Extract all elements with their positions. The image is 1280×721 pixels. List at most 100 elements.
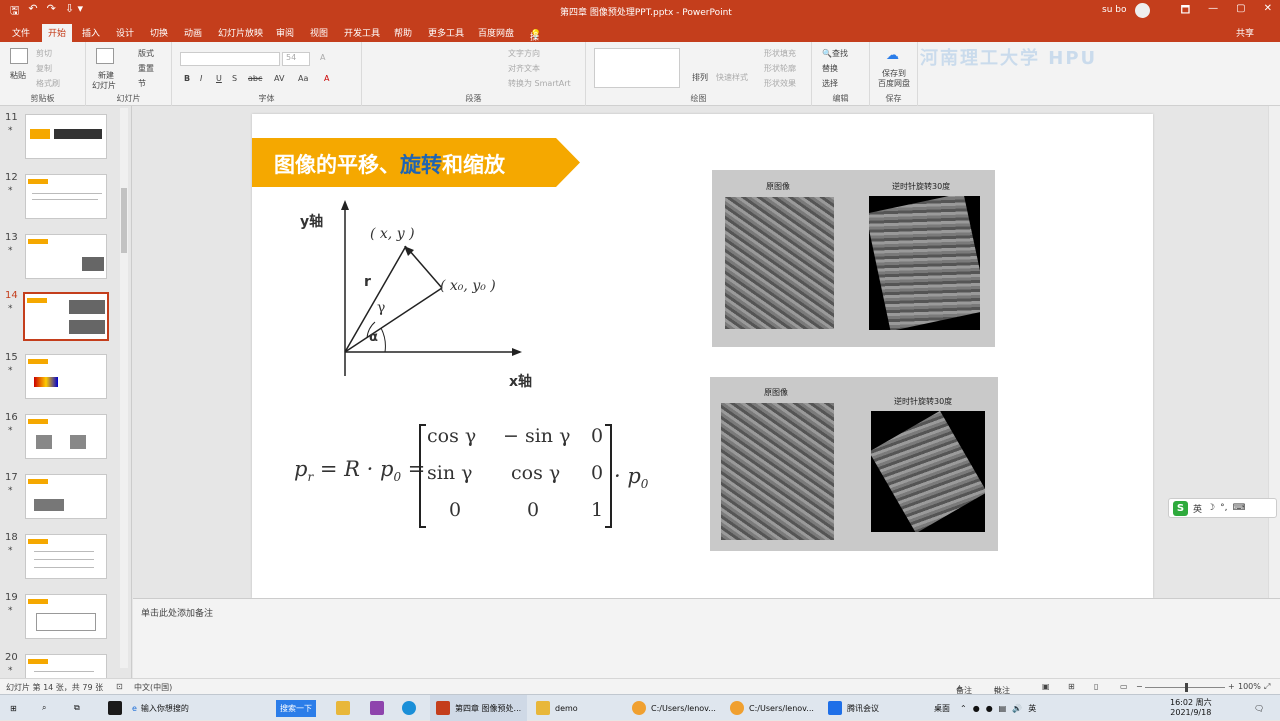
ime-punctuation-icon[interactable]: °, [1220,503,1227,513]
tab-review[interactable]: 审阅 [276,26,294,39]
tab-more-tools[interactable]: 更多工具 [428,26,464,39]
tab-view[interactable]: 视图 [310,26,328,39]
tab-developer[interactable]: 开发工具 [344,26,380,39]
tab-help[interactable]: 帮助 [394,26,412,39]
edge-browser-icon[interactable] [402,695,421,721]
char-spacing-button[interactable]: AV [274,74,284,83]
slide-thumbnail-13[interactable] [25,234,107,279]
save-icon[interactable]: 🖫 [10,2,19,21]
tab-home[interactable]: 开始 [42,24,73,42]
sogou-ime-icon[interactable]: S [1173,500,1188,516]
select-button[interactable]: 选择 [822,78,838,89]
rotation-matrix[interactable]: cos γ − sin γ 0 sin γ cos γ 0 0 0 1 [419,424,612,528]
slide-thumbnail-12[interactable] [25,174,107,219]
tab-design[interactable]: 设计 [116,26,134,39]
slide-thumbnail-11[interactable] [25,114,107,159]
change-case-button[interactable]: Aa [298,74,308,83]
tab-file[interactable]: 文件 [12,26,30,39]
smartart-button[interactable]: 转换为 SmartArt [508,78,571,89]
network-icon[interactable]: ▤ [999,704,1007,713]
share-button[interactable]: 共享 [1236,26,1254,39]
language-indicator[interactable]: 中文(中国) [134,682,172,693]
tab-insert[interactable]: 插入 [82,26,100,39]
slide-thumbnail-17[interactable] [25,474,107,519]
search-button[interactable]: ⌕ [42,695,46,721]
tray-app-icon[interactable]: ● [986,704,993,713]
cut-button[interactable]: 剪切 [36,48,52,59]
search-app-icon[interactable] [108,695,127,721]
thumbnails-scrollbar[interactable] [120,108,128,668]
notes-pane[interactable]: 单击此处添加备注 [133,598,1280,678]
minimize-button[interactable]: — [1208,3,1218,20]
desktop-toolbar[interactable]: 桌面 [934,695,950,721]
tab-slideshow[interactable]: 幻灯片放映 [218,26,263,39]
start-button[interactable]: ⊞ [10,695,17,721]
slide-thumbnail-14[interactable] [23,292,109,341]
section-button[interactable]: 节 [138,78,146,89]
paste-icon[interactable] [10,48,28,64]
shape-fill-button[interactable]: 形状填充 [764,48,796,59]
zoom-out-button[interactable]: − [1136,682,1143,691]
slide-thumbnail-19[interactable] [25,594,107,639]
slide-thumbnail-15[interactable] [25,354,107,399]
tab-animations[interactable]: 动画 [184,26,202,39]
user-name[interactable]: su bo [1102,5,1126,15]
task-tencent-meeting[interactable]: 腾讯会议 [822,695,885,721]
underline-button[interactable]: U [216,74,222,83]
font-color-button[interactable]: A [324,74,329,83]
font-size-box[interactable]: 54 [282,52,310,66]
slide-thumbnail-18[interactable] [25,534,107,579]
task-view-button[interactable]: ⧉ [74,695,80,721]
format-painter-button[interactable]: 格式刷 [36,78,60,89]
zoom-slider-knob[interactable] [1185,683,1188,692]
close-button[interactable]: ✕ [1264,3,1272,20]
tray-up-icon[interactable]: ⌃ [960,704,967,713]
accessibility-icon[interactable]: ⊡ [116,682,123,691]
slide-scrollbar[interactable] [1268,106,1280,598]
task-path-1[interactable]: C:/Users/lenov... [626,695,722,721]
slide-canvas[interactable]: 图像的平移、旋转和缩放 y轴 x轴 ( x, y ) ( x₀, y₀ ) r … [252,114,1153,598]
shape-outline-button[interactable]: 形状轮廓 [764,63,796,74]
tray-app-icon[interactable]: ● [973,704,980,713]
file-manager-icon[interactable] [336,695,355,721]
fit-slide-icon[interactable]: ⤢ [1264,682,1270,692]
paste-button[interactable]: 粘贴 [10,70,26,81]
grow-font-icon[interactable]: A [320,53,325,62]
bold-button[interactable]: B [184,74,190,83]
align-text-button[interactable]: 对齐文本 [508,63,540,74]
notification-icon[interactable]: 🗨 [1254,695,1264,721]
rotation-diagram[interactable] [296,196,536,396]
font-name-box[interactable] [180,52,280,66]
italic-button[interactable]: I [200,74,202,83]
slide-thumbnail-16[interactable] [25,414,107,459]
replace-button[interactable]: 替换 [822,63,838,74]
layout-button[interactable]: 版式 [138,48,154,59]
volume-icon[interactable]: 🔊 [1012,704,1022,713]
ribbon-display-icon[interactable]: 🗖 [1181,3,1191,20]
notes-placeholder[interactable]: 单击此处添加备注 [141,606,213,619]
reading-view-icon[interactable]: ▯ [1094,682,1098,691]
customize-toolbar-icon[interactable]: ⇩ ▾ [65,2,83,21]
tab-transitions[interactable]: 切换 [150,26,168,39]
tab-baidu-netdisk[interactable]: 百度网盘 [478,26,514,39]
rotation-formula-lhs[interactable]: pr = R · p0 = [294,457,425,484]
rotation-example-image-2[interactable]: 原图像 逆时针旋转30度 [710,377,998,551]
ime-moon-icon[interactable]: ☽ [1207,503,1215,513]
scrollbar-thumb[interactable] [121,188,127,253]
snipping-tool-icon[interactable] [370,695,389,721]
undo-icon[interactable]: ↶ [28,2,37,21]
clock[interactable]: 16:02 周六 2021/9/18 [1170,697,1212,717]
shape-effects-button[interactable]: 形状效果 [764,78,796,89]
find-button[interactable]: 🔍查找 [822,48,848,59]
slideshow-icon[interactable]: ▭ [1120,682,1128,691]
task-demo-folder[interactable]: demo [530,695,584,721]
zoom-in-button[interactable]: + [1228,682,1235,691]
rotation-example-image-1[interactable]: 原图像 逆时针旋转30度 [712,170,995,347]
task-path-2[interactable]: C:/Users/lenov... [724,695,820,721]
ime-keyboard-icon[interactable]: ⌨ [1232,503,1245,513]
normal-view-icon[interactable]: ▣ [1042,682,1050,691]
shapes-gallery[interactable] [594,48,680,88]
search-go-button[interactable]: 搜索一下 [276,695,316,721]
slide-title[interactable]: 图像的平移、旋转和缩放 [274,149,505,179]
ime-language[interactable]: 英 [1193,502,1202,515]
